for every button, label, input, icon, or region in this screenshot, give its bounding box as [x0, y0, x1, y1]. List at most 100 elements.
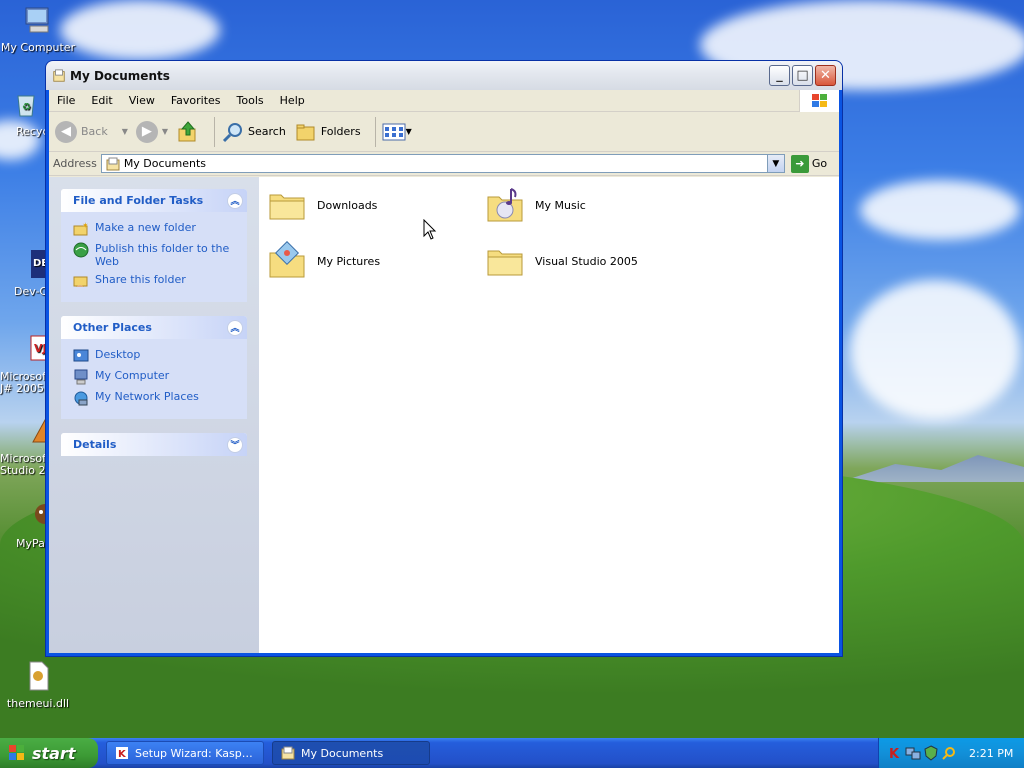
- collapse-icon[interactable]: ︽: [227, 319, 243, 336]
- menu-favorites[interactable]: Favorites: [163, 94, 229, 107]
- folder-item-my-pictures[interactable]: My Pictures: [267, 241, 477, 281]
- maximize-icon: □: [796, 68, 809, 83]
- details-header[interactable]: Details ︾: [61, 433, 247, 456]
- collapse-icon[interactable]: ︽: [227, 192, 243, 209]
- folder-label: Downloads: [317, 198, 378, 212]
- go-button[interactable]: ➜ Go: [790, 154, 828, 173]
- start-label: start: [32, 743, 76, 763]
- task-label: Share this folder: [95, 273, 186, 286]
- folder-icon: [487, 250, 523, 276]
- address-input[interactable]: My Documents ▼: [100, 154, 785, 173]
- taskbar: start K Setup Wizard: Kasper... My Docum…: [0, 738, 1024, 768]
- minimize-icon: _: [776, 68, 783, 83]
- menu-view[interactable]: View: [121, 94, 163, 107]
- panel-body: Desktop My Computer My Network Places: [61, 339, 247, 419]
- my-documents-icon: [106, 157, 120, 170]
- desktop-icon-my-computer[interactable]: My Computer: [0, 4, 78, 54]
- toolbar: ◀ Back ▼ ▶ ▼ Search Folders ▼: [49, 112, 839, 152]
- panel-title: File and Folder Tasks: [73, 194, 204, 207]
- mountains: [840, 455, 1024, 482]
- pictures-folder-icon: [269, 241, 305, 278]
- task-share-folder[interactable]: Share this folder: [73, 273, 235, 289]
- task-label: Make a new folder: [95, 221, 196, 234]
- menu-tools[interactable]: Tools: [229, 94, 272, 107]
- desktop-icon: [73, 349, 89, 362]
- start-button[interactable]: start: [0, 738, 98, 768]
- system-tray: K 2:21 PM: [878, 738, 1024, 768]
- computer-icon: [74, 369, 88, 385]
- menu-file[interactable]: File: [49, 94, 83, 107]
- window-body: File Edit View Favorites Tools Help ◀ Ba…: [49, 90, 839, 653]
- folders-label: Folders: [320, 125, 361, 138]
- forward-arrow-icon: ▶: [135, 120, 158, 143]
- details-panel: Details ︾: [61, 433, 247, 456]
- svg-text:K: K: [118, 749, 127, 760]
- mouse-cursor-icon: [423, 219, 437, 240]
- taskbar-item-label: My Documents: [301, 746, 384, 760]
- up-folder-button[interactable]: [176, 120, 200, 144]
- my-documents-icon: [53, 68, 65, 82]
- menu-bar: File Edit View Favorites Tools Help: [49, 90, 839, 112]
- task-make-new-folder[interactable]: ✶ Make a new folder: [73, 221, 235, 237]
- folder-label: Visual Studio 2005: [535, 254, 638, 268]
- file-folder-tasks-header[interactable]: File and Folder Tasks ︽: [61, 189, 247, 212]
- clock[interactable]: 2:21 PM: [969, 747, 1013, 760]
- back-button[interactable]: ◀ Back ▼: [55, 120, 128, 143]
- cloud: [60, 0, 220, 60]
- place-my-computer[interactable]: My Computer: [73, 369, 235, 385]
- place-my-network-places[interactable]: My Network Places: [73, 390, 235, 406]
- views-button[interactable]: ▼: [382, 122, 412, 142]
- folders-button[interactable]: Folders: [294, 120, 361, 144]
- menu-edit[interactable]: Edit: [83, 94, 120, 107]
- taskbar-item-my-documents[interactable]: My Documents: [272, 741, 430, 765]
- search-label: Search: [248, 125, 286, 138]
- kaspersky-tray-icon[interactable]: K: [887, 745, 903, 761]
- folder-item-downloads[interactable]: Downloads: [267, 185, 477, 225]
- back-dropdown-icon[interactable]: ▼: [122, 127, 128, 136]
- network-tray-icon[interactable]: [905, 745, 921, 761]
- minimize-button[interactable]: _: [769, 65, 790, 86]
- forward-button[interactable]: ▶ ▼: [135, 120, 168, 143]
- go-label: Go: [811, 157, 828, 170]
- chevron-down-icon: ▼: [772, 158, 780, 169]
- folder-icon: [269, 194, 305, 220]
- desktop-icon-themeui[interactable]: themeui.dll: [0, 660, 78, 710]
- file-list: Downloads My Music My Pictures Visual St…: [259, 177, 839, 653]
- taskbar-item-setup-wizard[interactable]: K Setup Wizard: Kasper...: [106, 741, 264, 765]
- folder-item-my-music[interactable]: My Music: [485, 185, 695, 225]
- go-arrow-icon: ➜: [790, 154, 809, 173]
- search-tray-icon[interactable]: [941, 745, 957, 761]
- task-publish-folder[interactable]: Publish this folder to the Web: [73, 242, 235, 268]
- search-button[interactable]: Search: [221, 120, 286, 144]
- security-tray-icon[interactable]: [923, 745, 939, 761]
- windows-flag-icon: [9, 745, 24, 760]
- svg-text:♻: ♻: [22, 102, 31, 113]
- address-value: My Documents: [123, 157, 207, 170]
- place-label: My Computer: [95, 369, 170, 382]
- address-bar: Address My Documents ▼ ➜ Go: [49, 152, 839, 176]
- place-label: My Network Places: [95, 390, 199, 403]
- folder-label: My Pictures: [317, 254, 381, 268]
- title-bar[interactable]: My Documents _ □ ✕: [46, 61, 842, 90]
- computer-icon: [25, 7, 49, 33]
- address-label: Address: [53, 157, 97, 170]
- cloud: [860, 180, 1020, 240]
- menu-help[interactable]: Help: [272, 94, 313, 107]
- search-icon: [222, 122, 243, 142]
- music-folder-icon: [487, 188, 523, 222]
- expand-icon[interactable]: ︾: [227, 436, 243, 453]
- maximize-button[interactable]: □: [792, 65, 813, 86]
- forward-dropdown-icon[interactable]: ▼: [162, 127, 168, 136]
- svg-text:K: K: [889, 747, 900, 761]
- up-folder-icon: [178, 120, 196, 141]
- other-places-header[interactable]: Other Places ︽: [61, 316, 247, 339]
- folder-item-visual-studio-2005[interactable]: Visual Studio 2005: [485, 241, 695, 281]
- desktop-icon-label: themeui.dll: [6, 697, 70, 710]
- cloud: [850, 280, 1020, 420]
- windows-logo: [799, 90, 839, 112]
- address-dropdown[interactable]: ▼: [766, 155, 784, 172]
- file-folder-tasks-panel: File and Folder Tasks ︽ ✶ Make a new fol…: [61, 189, 247, 302]
- close-button[interactable]: ✕: [815, 65, 836, 86]
- place-desktop[interactable]: Desktop: [73, 348, 235, 364]
- back-label: Back: [81, 125, 108, 138]
